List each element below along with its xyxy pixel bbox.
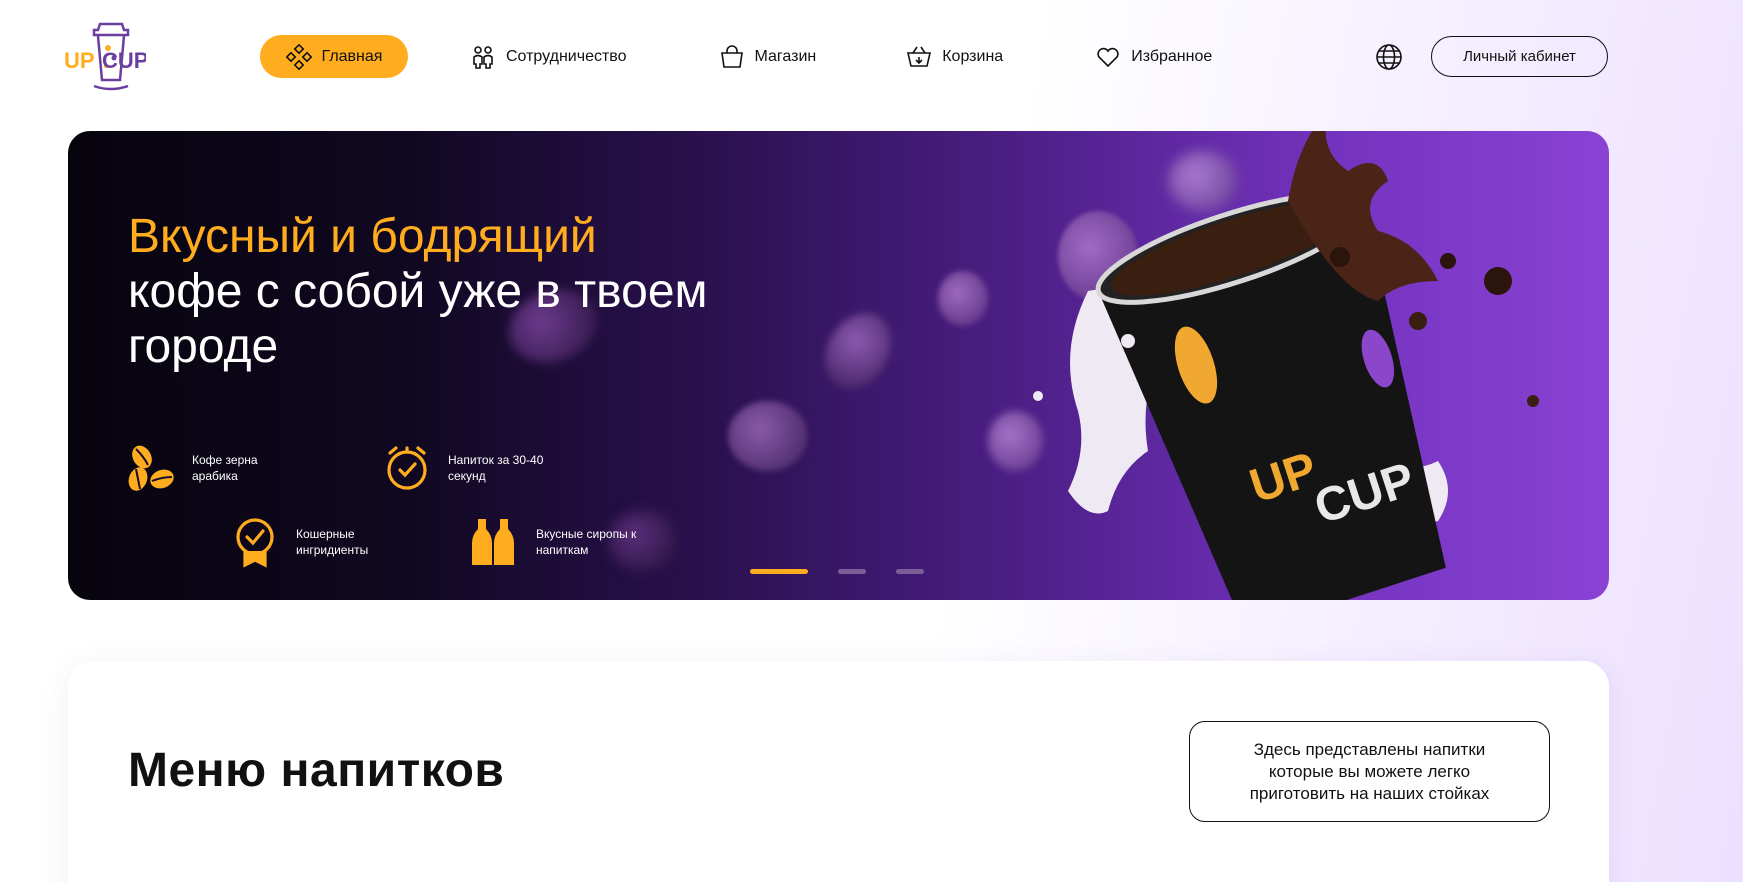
hero-title-accent: Вкусный и бодрящий	[128, 210, 597, 263]
feature-kosher-text: Кошерные ингридиенты	[296, 527, 369, 557]
nav-favorites[interactable]: Избранное	[1095, 35, 1212, 78]
coffee-bean-decor	[728, 401, 808, 471]
language-globe-icon[interactable]	[1374, 42, 1404, 72]
feature-speed-text: Напиток за 30-40 секунд	[448, 453, 544, 483]
nav-shop[interactable]: Магазин	[719, 35, 817, 78]
diamond-grid-icon	[285, 43, 312, 70]
feature-arabica-text: Кофе зерна арабика	[192, 453, 258, 483]
nav-home-label: Главная	[321, 47, 383, 65]
menu-description: Здесь представлены напитки которые вы мо…	[1189, 721, 1550, 822]
slider-dot-3[interactable]	[896, 569, 924, 574]
coffee-beans-icon	[128, 445, 174, 491]
logo-text-cup: CUP	[102, 48, 146, 73]
heart-icon	[1097, 47, 1119, 67]
feature-kosher: Кошерные ингридиенты	[228, 515, 406, 569]
brand-logo[interactable]: UP CUP	[64, 18, 148, 92]
feature-arabica: Кофе зерна арабика	[124, 441, 302, 495]
slider-dot-1[interactable]	[750, 569, 808, 574]
feature-syrups: Вкусные сиропы к напиткам	[468, 515, 646, 569]
personal-cabinet-button[interactable]: Личный кабинет	[1431, 36, 1608, 77]
feature-speed: Напиток за 30-40 секунд	[380, 441, 558, 495]
timer-check-icon	[387, 446, 427, 490]
main-nav: Главная Сотрудничество Магазин Корзина И…	[260, 35, 1212, 78]
nav-cart-label: Корзина	[942, 47, 1004, 65]
menu-title: Меню напитков	[128, 744, 505, 797]
feature-syrups-text: Вкусные сиропы к напиткам	[536, 527, 637, 557]
nav-cart[interactable]: Корзина	[906, 35, 1003, 78]
shopping-bag-icon	[720, 44, 743, 68]
nav-shop-label: Магазин	[754, 47, 817, 65]
nav-home[interactable]: Главная	[260, 35, 408, 78]
people-icon	[473, 45, 493, 69]
slider-dot-2[interactable]	[838, 569, 866, 574]
nav-cooperation-label: Сотрудничество	[506, 47, 627, 65]
basket-icon	[907, 46, 932, 67]
coffee-cup-illustration: UP CUP	[1033, 131, 1539, 600]
syrup-bottles-icon	[472, 519, 514, 565]
logo-text-up: UP	[64, 48, 95, 73]
nav-favorites-label: Избранное	[1131, 47, 1213, 65]
coffee-bean-decor	[812, 301, 904, 401]
hero-banner: UP CUP Вкусный и бодрящий кофе с собой у…	[68, 131, 1609, 600]
hero-title: Вкусный и бодрящий кофе с собой уже в тв…	[128, 209, 748, 374]
drinks-menu-section: Меню напитков Здесь представлены напитки…	[68, 661, 1609, 882]
hero-title-rest: кофе с собой уже в твоем городе	[128, 265, 708, 373]
slider-pagination	[750, 569, 924, 574]
nav-cooperation[interactable]: Сотрудничество	[470, 35, 627, 78]
quality-badge-icon	[236, 518, 274, 568]
